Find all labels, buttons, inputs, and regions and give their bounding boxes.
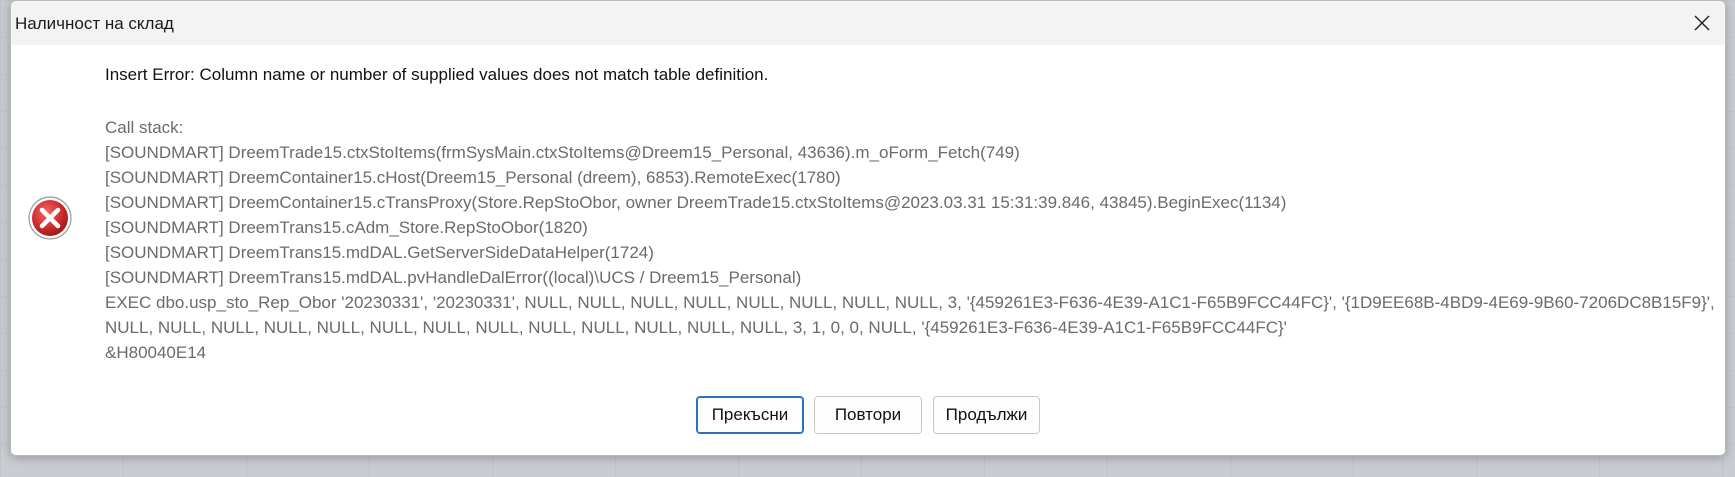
details-line: [SOUNDMART] DreemContainer15.cTransProxy…	[105, 193, 1287, 212]
error-details: Call stack: [SOUNDMART] DreemTrade15.ctx…	[105, 115, 1715, 365]
title-bar: Наличност на склад	[11, 1, 1725, 45]
details-line: Call stack:	[105, 118, 184, 137]
close-icon	[1694, 15, 1710, 31]
close-button[interactable]	[1679, 1, 1725, 45]
details-line: [SOUNDMART] DreemTrans15.mdDAL.GetServer…	[105, 243, 654, 262]
abort-button[interactable]: Прекъсни	[696, 396, 804, 434]
details-line: [SOUNDMART] DreemTrans15.cAdm_Store.RepS…	[105, 218, 588, 237]
retry-button[interactable]: Повтори	[814, 396, 922, 434]
error-icon	[27, 195, 73, 241]
details-line: [SOUNDMART] DreemContainer15.cHost(Dreem…	[105, 168, 841, 187]
details-line: NULL, NULL, NULL, NULL, NULL, NULL, NULL…	[105, 318, 1287, 337]
error-dialog: Наличност на склад Insert Error: Column …	[10, 0, 1726, 456]
details-line: [SOUNDMART] DreemTrans15.mdDAL.pvHandleD…	[105, 268, 802, 287]
window-title: Наличност на склад	[15, 14, 174, 33]
details-line: EXEC dbo.usp_sto_Rep_Obor '20230331', '2…	[105, 293, 1715, 312]
continue-button[interactable]: Продължи	[933, 396, 1040, 434]
dialog-content: Insert Error: Column name or number of s…	[11, 45, 1725, 455]
details-line: &H80040E14	[105, 343, 207, 362]
button-row: Прекъсни Повтори Продължи	[11, 396, 1725, 436]
error-message: Insert Error: Column name or number of s…	[105, 65, 769, 84]
details-line: [SOUNDMART] DreemTrade15.ctxStoItems(frm…	[105, 143, 1020, 162]
